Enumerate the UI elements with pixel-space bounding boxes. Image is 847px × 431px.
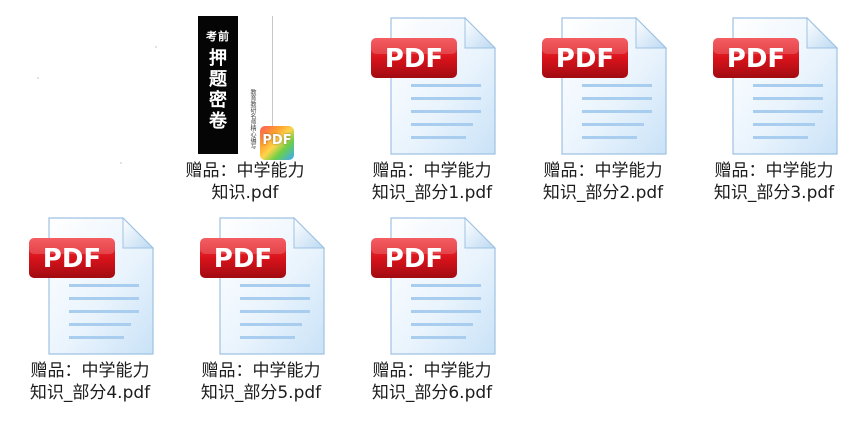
file-name[interactable]: 赠品：中学能力 知识_部分3.pdf: [689, 160, 847, 204]
pdf-file-icon: PDF: [371, 216, 497, 355]
file-name-line2: 知识_部分2.pdf: [542, 183, 664, 203]
file-name[interactable]: 赠品：中学能力 知识_部分1.pdf: [347, 160, 517, 204]
file-name-line2: 知识.pdf: [211, 183, 279, 203]
file-item-4[interactable]: PDF 赠品：中学能力 知识_部分3.pdf: [689, 4, 847, 204]
pdf-file-icon: PDF: [371, 16, 497, 155]
file-name-line1: 赠品：中学能力: [714, 161, 834, 181]
pdf-file-icon: PDF: [29, 216, 155, 355]
cover-title-char: 题: [209, 69, 227, 90]
file-name-line2: 知识_部分6.pdf: [371, 383, 493, 403]
pdf-app-icon: PDF: [260, 126, 294, 160]
pdf-file-icon: PDF: [713, 16, 839, 155]
file-name-line1: 赠品：中学能力: [372, 161, 492, 181]
file-name-line1: 赠品：中学能力: [543, 161, 663, 181]
file-name-line2: 知识_部分1.pdf: [371, 183, 493, 203]
pdf-file-icon: PDF: [542, 16, 668, 155]
pdf-badge-text: PDF: [385, 244, 443, 274]
file-item-7[interactable]: PDF 赠品：中学能力 知识_部分6.pdf: [347, 204, 517, 404]
pdf-file-icon: PDF: [200, 216, 326, 355]
file-name[interactable]: 赠品：中学能力 知识_部分4.pdf: [5, 360, 175, 404]
file-name-line1: 赠品：中学能力: [372, 361, 492, 381]
cover-title-char: 卷: [209, 111, 227, 132]
cover-title: 押 题 密 卷: [198, 48, 238, 132]
file-item-2[interactable]: PDF 赠品：中学能力 知识_部分1.pdf: [347, 4, 517, 204]
file-item-3[interactable]: PDF 赠品：中学能力 知识_部分2.pdf: [518, 4, 688, 204]
pdf-badge-text: PDF: [214, 244, 272, 274]
pdf-badge-text: PDF: [727, 44, 785, 74]
file-item-1[interactable]: 考前 押 题 密 卷 教育教研名师精心编写 PDF 赠品：中学能力 知识.pdf: [160, 4, 330, 204]
file-name-line1: 赠品：中学能力: [185, 161, 305, 181]
pdf-badge-text: PDF: [556, 44, 614, 74]
file-name-line1: 赠品：中学能力: [201, 361, 321, 381]
file-name[interactable]: 赠品：中学能力 知识_部分6.pdf: [347, 360, 517, 404]
pdf-badge-text: PDF: [385, 44, 443, 74]
file-name-line1: 赠品：中学能力: [30, 361, 150, 381]
cover-top-text: 考前: [206, 30, 230, 43]
cover-title-char: 押: [209, 48, 227, 69]
cover-side-text: 教育教研名师精心编写: [249, 89, 256, 149]
file-name-line2: 知识_部分5.pdf: [200, 383, 322, 403]
book-cover: 考前 押 题 密 卷: [198, 16, 238, 154]
book-cover-thumbnail: 考前 押 题 密 卷 教育教研名师精心编写 PDF: [190, 14, 310, 160]
pdf-badge-text: PDF: [43, 244, 101, 274]
cover-title-char: 密: [209, 90, 227, 111]
pdf-app-icon-label: PDF: [262, 133, 292, 148]
cover-divider: [272, 16, 273, 136]
file-name[interactable]: 赠品：中学能力 知识.pdf: [160, 160, 330, 204]
file-name-line2: 知识_部分3.pdf: [713, 183, 835, 203]
file-name[interactable]: 赠品：中学能力 知识_部分2.pdf: [518, 160, 688, 204]
file-item-5[interactable]: PDF 赠品：中学能力 知识_部分4.pdf: [5, 204, 175, 404]
file-item-6[interactable]: PDF 赠品：中学能力 知识_部分5.pdf: [176, 204, 346, 404]
file-name-line2: 知识_部分4.pdf: [29, 383, 151, 403]
file-name[interactable]: 赠品：中学能力 知识_部分5.pdf: [176, 360, 346, 404]
